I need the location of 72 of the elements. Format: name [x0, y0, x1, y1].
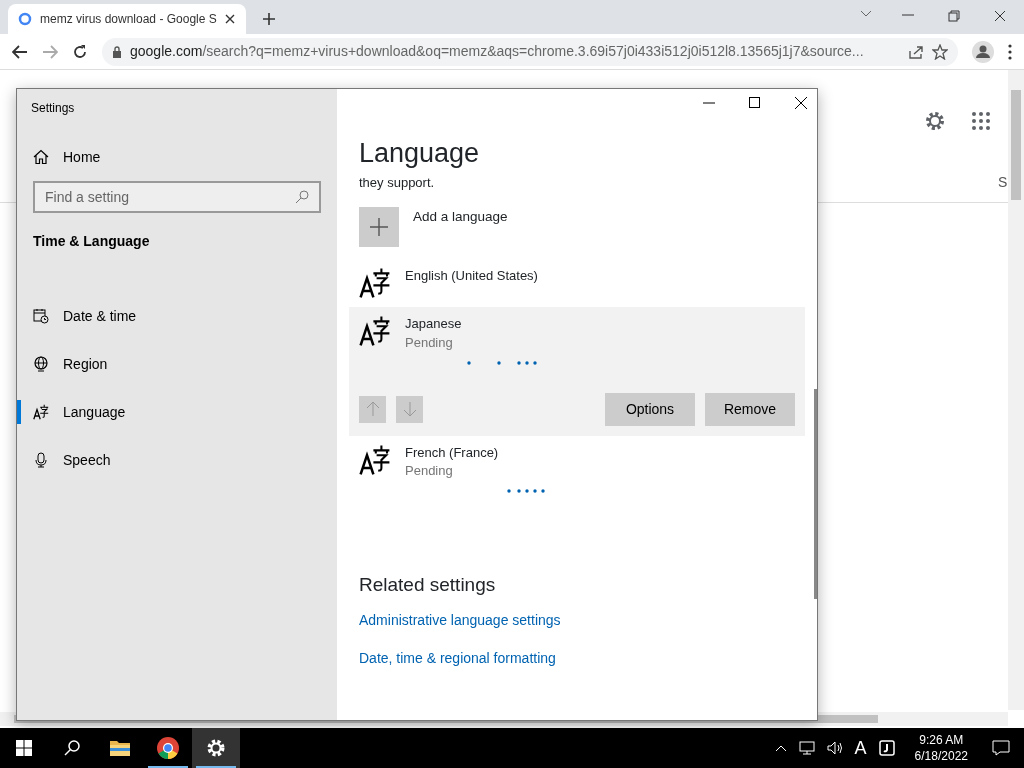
settings-link[interactable]: Administrative language settings: [359, 611, 561, 628]
back-arrow-icon[interactable]: [12, 44, 28, 59]
more-menu-icon[interactable]: [1008, 43, 1012, 60]
chevron-up-icon[interactable]: [774, 744, 787, 752]
globe-icon: [33, 356, 49, 372]
language-name: Japanese: [405, 314, 463, 333]
microphone-icon: [33, 452, 49, 468]
list-entry[interactable]: English (United States): [349, 258, 805, 307]
home-nav-item[interactable]: Home: [17, 133, 337, 181]
add-language-button[interactable]: Add a language: [359, 206, 795, 247]
arrow-up-icon: [365, 401, 380, 418]
language-name: French (France): [405, 443, 500, 462]
settings-link[interactable]: Date, time & regional formatting: [359, 649, 556, 666]
language-icon: [359, 314, 391, 347]
nav-item[interactable]: Region: [17, 340, 337, 388]
network-icon[interactable]: [798, 741, 815, 755]
tab-title: memz virus download - Google S: [40, 11, 217, 28]
search-icon: [295, 190, 309, 204]
input-indicator[interactable]: A: [854, 734, 867, 762]
address-bar[interactable]: google.com/search?q=memz+virus+download&oq=memz&aqs=chrome.3.69i57j0i433i512j0i512l8.13565j1j7&source...: [102, 37, 958, 66]
section-heading: Time & Language: [32, 232, 151, 251]
action-button[interactable]: Remove: [705, 392, 795, 426]
restore-icon[interactable]: [948, 10, 960, 22]
page-heading: Language: [359, 137, 481, 170]
settings-icon[interactable]: [924, 110, 946, 132]
apps-grid-icon[interactable]: [972, 112, 990, 130]
settings-icon: [206, 738, 226, 758]
browser-tab[interactable]: memz virus download - Google S: [8, 4, 246, 34]
vertical-scrollbar[interactable]: [1008, 70, 1024, 710]
speaker-icon[interactable]: [826, 741, 843, 755]
language-name: English (United States): [405, 266, 538, 285]
profile-avatar-icon[interactable]: [972, 40, 994, 63]
star-icon[interactable]: [932, 43, 948, 60]
action-button[interactable]: Options: [605, 392, 695, 426]
nav-item[interactable]: Speech: [17, 436, 337, 484]
status-text: Pending: [405, 333, 454, 352]
language-icon: [359, 443, 391, 476]
tray-app-icon[interactable]: [878, 740, 895, 756]
page-text: S: [998, 173, 1008, 192]
home-icon: [33, 149, 49, 165]
share-icon[interactable]: [908, 44, 924, 59]
search-icon: [64, 740, 80, 756]
clock[interactable]: 9:26 AM 6/18/2022: [914, 731, 968, 765]
lock-icon: [112, 45, 122, 58]
list-entry[interactable]: French (France) Pending: [349, 435, 805, 502]
arrow-down-icon: [402, 401, 417, 418]
chevron-down-icon[interactable]: [860, 10, 872, 18]
plus-icon: [370, 217, 388, 236]
section-heading: Related settings: [359, 573, 497, 598]
window-title: Settings: [30, 100, 76, 117]
taskbar-app[interactable]: [192, 728, 240, 768]
notification-icon[interactable]: [992, 740, 1010, 756]
language-icon: [359, 266, 391, 299]
windows-logo-icon: [16, 740, 32, 756]
list-entry[interactable]: Japanese Pending Options Remove: [349, 306, 805, 436]
status-text: Pending: [405, 462, 454, 481]
nav-item[interactable]: Language: [17, 388, 337, 436]
close-icon[interactable]: [795, 97, 807, 109]
new-tab-icon[interactable]: [262, 12, 276, 26]
maximize-icon[interactable]: [749, 97, 761, 109]
search-field[interactable]: Find a setting: [33, 181, 321, 213]
calendar-clock-icon: [33, 308, 49, 324]
vertical-scrollbar[interactable]: [814, 389, 817, 599]
close-icon[interactable]: [224, 14, 235, 24]
url-text: google.com/search?q=memz+virus+download&oq=memz&aqs=chrome.3.69i57j0i433i512j0i512l8.13565j1j7&source...: [130, 42, 865, 61]
nav-item[interactable]: Date & time: [17, 292, 337, 340]
folder-icon: [109, 739, 131, 757]
language-icon: [33, 404, 49, 420]
close-icon[interactable]: [994, 10, 1006, 22]
reload-icon[interactable]: [72, 43, 88, 60]
chrome-logo-icon: [156, 736, 180, 760]
description-text: they support.: [359, 174, 436, 193]
